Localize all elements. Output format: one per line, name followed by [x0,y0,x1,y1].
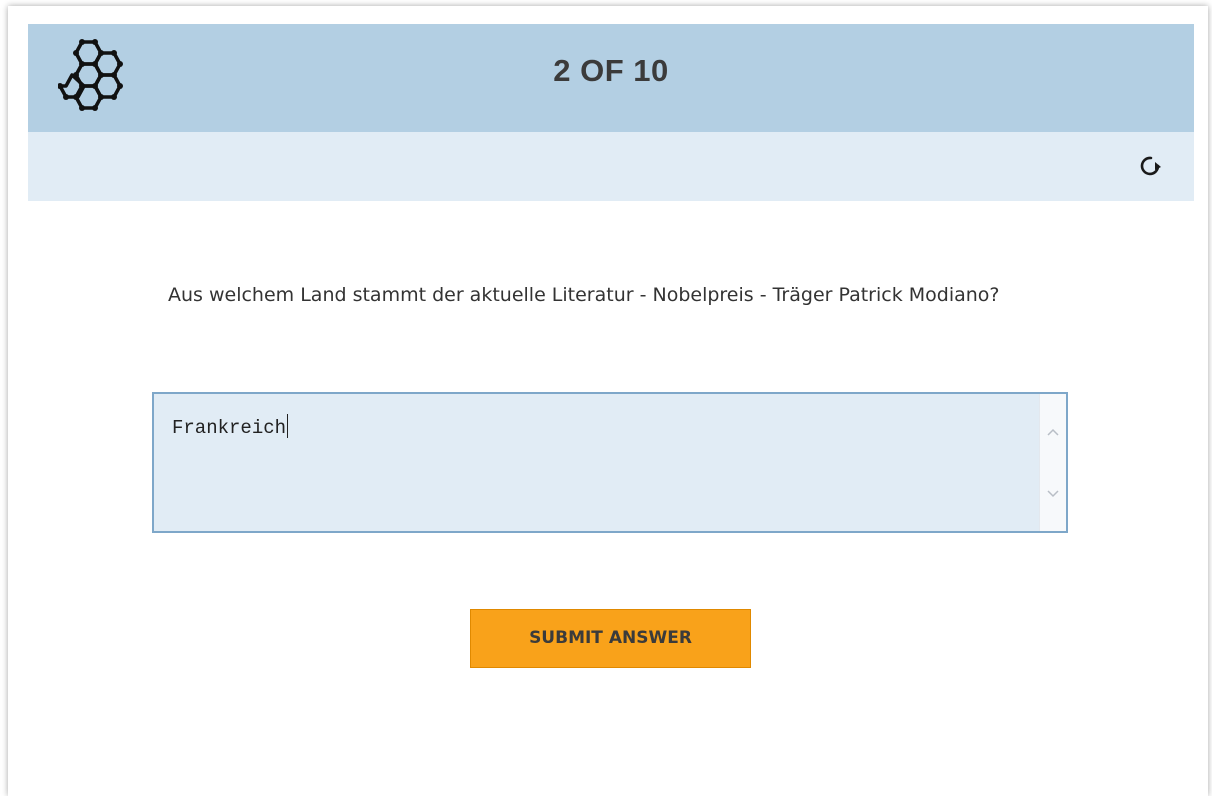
toolbar [28,132,1194,201]
quiz-header: 2 OF 10 [28,24,1194,132]
answer-scrollbar[interactable] [1039,394,1066,531]
answer-text-wrapper[interactable]: Frankreich [172,414,289,439]
refresh-icon[interactable] [1138,153,1164,179]
answer-value[interactable]: Frankreich [172,417,286,439]
chevron-up-icon[interactable] [1047,428,1059,436]
chevron-down-icon[interactable] [1047,490,1059,498]
question-text: Aus welchem Land stammt der aktuelle Lit… [168,284,1000,306]
answer-input[interactable]: Frankreich [152,392,1068,533]
text-caret [287,414,289,438]
question-progress: 2 OF 10 [553,53,669,88]
submit-answer-button[interactable]: SUBMIT ANSWER [470,609,751,668]
